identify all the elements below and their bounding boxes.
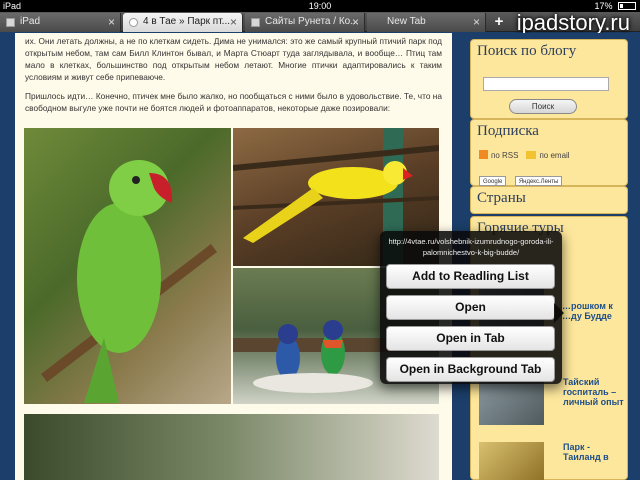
tab-4vtae[interactable]: 4 в Тае » Парк пт... × [123, 13, 243, 32]
email-icon [526, 151, 537, 159]
close-icon[interactable]: × [473, 13, 480, 31]
article-thumbnail[interactable] [479, 377, 544, 425]
tab-label: Сайты Рунета / Ко... [265, 16, 359, 27]
countries-title[interactable]: Страны [471, 187, 627, 210]
search-title: Поиск по блогу [477, 43, 577, 59]
article-paragraph: Пришлось идти… Конечно, птичек мне было … [25, 91, 442, 113]
close-icon[interactable]: × [352, 13, 359, 31]
page-icon [251, 18, 260, 27]
article-paragraph: их. Они летать должны, а не по клеткам с… [25, 36, 442, 82]
rss-link[interactable]: по RSS [491, 151, 518, 160]
countries-box: Страны [470, 186, 628, 214]
subscribe-links: по RSS по email [479, 150, 570, 160]
link-url: http://4vtae.ru/volshebnik-izumrudnogo-g… [388, 237, 554, 257]
subscribe-title: Подписка [477, 123, 539, 139]
yandex-badge[interactable]: Яндекс.Ленты [514, 176, 563, 186]
blog-search-input[interactable] [483, 77, 609, 91]
page-icon [129, 18, 138, 27]
battery-icon [618, 2, 636, 10]
add-tab-button[interactable]: + [487, 14, 511, 31]
search-button[interactable]: Поиск [509, 99, 577, 114]
link-context-menu: http://4vtae.ru/volshebnik-izumrudnogo-g… [380, 231, 564, 384]
tab-new[interactable]: New Tab × [367, 13, 486, 32]
parrot-photo[interactable] [24, 128, 231, 404]
article-link[interactable]: Тайский госпиталь – личный опыт [563, 377, 629, 407]
close-icon[interactable]: × [230, 13, 237, 31]
open-in-background-tab-button[interactable]: Open in Background Tab [386, 357, 555, 382]
open-in-tab-button[interactable]: Open in Tab [386, 326, 555, 351]
tab-label: 4 в Тае » Парк пт... [143, 16, 231, 27]
parrot-illustration [40, 160, 218, 403]
aviary-photo[interactable] [24, 414, 439, 480]
tab-label: iPad [20, 16, 41, 27]
search-box: Поиск по блогу Поиск [470, 39, 628, 119]
article-link[interactable]: Парк - Таиланд в [563, 442, 629, 462]
article-thumbnail[interactable] [479, 442, 544, 480]
tab-label: New Tab [387, 16, 426, 27]
add-to-reading-list-button[interactable]: Add to Readling List [386, 264, 555, 289]
rss-icon [479, 150, 488, 159]
email-link[interactable]: по email [539, 151, 569, 160]
page-icon [6, 18, 15, 27]
tab-runet[interactable]: Сайты Рунета / Ко... × [245, 13, 365, 32]
tab-ipad[interactable]: iPad × [0, 13, 121, 32]
open-button[interactable]: Open [386, 295, 555, 320]
google-badge[interactable]: Google [479, 176, 507, 186]
subscribe-box: Подписка по RSS по email Google Яндекс.Ле… [470, 119, 628, 186]
popover-arrow [554, 303, 564, 323]
close-icon[interactable]: × [108, 13, 115, 31]
article-link[interactable]: …рошком к …ду Будде [562, 301, 622, 321]
